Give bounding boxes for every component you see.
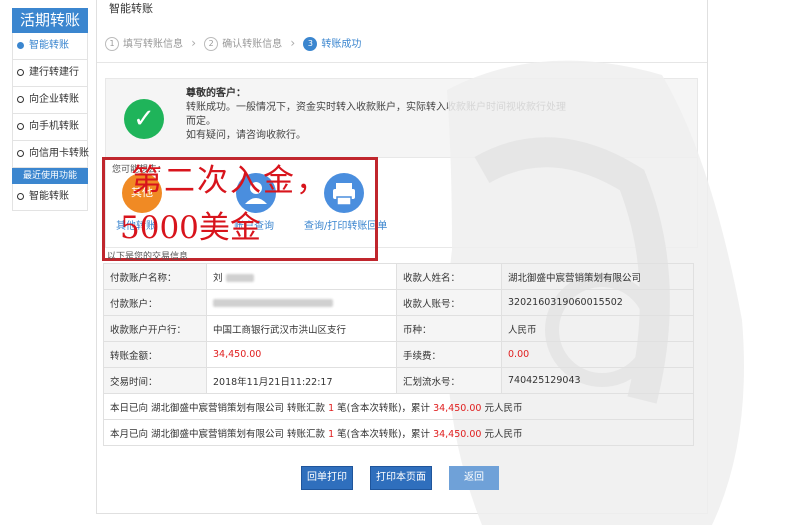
sidebar-item-to-credit-card[interactable]: 向信用卡转账 [12,141,89,168]
transaction-table: 付款账户名称： 刘 收款人姓名： 湖北御盛中宸营销策划有限公司 付款账户： 收款… [103,263,694,446]
bullet-icon [17,122,24,130]
annotation-line1: 第二次入金， [131,163,329,199]
divider [97,62,707,63]
success-panel: ✓ 尊敬的客户： 转账成功。一般情况下，资金实时转入收款账户，实际转入收款账户时… [105,78,698,158]
fee-label: 手续费： [396,341,502,368]
sidebar: 活期转账 智能转账 建行转建行 向企业转账 向手机转账 向信用卡转账 最近使用功… [12,8,89,211]
annotation-line2: 5000美金 [120,210,261,246]
payer-name-label: 付款账户名称： [103,263,207,290]
fee-value: 0.00 [501,341,694,368]
page-title: 智能转账 [109,2,153,15]
step-fill-info: 1 填写转账信息 [105,35,183,51]
back-button[interactable]: 返回 [449,466,499,490]
payer-account-label: 付款账户： [103,289,207,316]
table-row: 付款账户： 收款人账号： 3202160319060015502 [103,289,694,316]
bullet-icon [17,95,24,103]
sidebar-recent-smart-transfer[interactable]: 智能转账 [12,184,88,211]
summary-today: 本日已向 湖北御盛中宸营销策划有限公司 转账汇款 1 笔(含本次转账)，累计 3… [103,393,694,420]
success-message: 尊敬的客户： 转账成功。一般情况下，资金实时转入收款账户，实际转入收款账户时间视… [186,88,566,141]
table-row: 转账金额： 34,450.00 手续费： 0.00 [103,341,694,368]
amount-label: 转账金额： [103,341,207,368]
serial-value: 740425129043 [501,367,694,394]
sidebar-recent-header: 最近使用功能 [12,168,88,184]
bullet-icon [17,41,24,49]
amount-value: 34,450.00 [206,341,397,368]
payer-account-value [206,289,397,316]
print-page-button[interactable]: 打印本页面 [370,466,432,490]
payee-name-label: 收款人姓名： [396,263,502,290]
payee-bank-label: 收款账户开户行： [103,315,207,342]
payee-account-label: 收款人账号： [396,289,502,316]
summary-month: 本月已向 湖北御盛中宸营销策划有限公司 转账汇款 1 笔(含本次转账)，累计 3… [103,419,694,446]
time-label: 交易时间： [103,367,207,394]
step-confirm-info: 2 确认转账信息 [204,35,282,51]
sidebar-item-to-mobile[interactable]: 向手机转账 [12,114,88,141]
step-success: 3 转账成功 [303,35,361,51]
currency-label: 币种： [396,315,502,342]
payee-account-value: 3202160319060015502 [501,289,694,316]
payer-name-value: 刘 [206,263,397,290]
currency-value: 人民币 [501,315,694,342]
checkmark-icon: ✓ [124,99,164,139]
bullet-icon [17,68,24,76]
payee-name-value: 湖北御盛中宸营销策划有限公司 [501,263,694,290]
serial-label: 汇划流水号： [396,367,502,394]
sidebar-title: 活期转账 [12,8,88,33]
table-row: 本日已向 湖北御盛中宸营销策划有限公司 转账汇款 1 笔(含本次转账)，累计 3… [103,393,694,420]
print-receipt-button[interactable]: 回单打印 [301,466,353,490]
table-row: 本月已向 湖北御盛中宸营销策划有限公司 转账汇款 1 笔(含本次转账)，累计 3… [103,419,694,446]
table-row: 交易时间： 2018年11月21日11:22:17 汇划流水号： 7404251… [103,367,694,394]
transaction-info-label: 以下是您的交易信息 [107,252,189,262]
sidebar-item-ccb-to-ccb[interactable]: 建行转建行 [12,60,88,87]
payee-bank-value: 中国工商银行武汉市洪山区支行 [206,315,397,342]
time-value: 2018年11月21日11:22:17 [206,367,397,394]
bullet-icon [17,192,24,200]
sidebar-item-smart-transfer[interactable]: 智能转账 [12,33,88,60]
sidebar-item-to-company[interactable]: 向企业转账 [12,87,88,114]
table-row: 付款账户名称： 刘 收款人姓名： 湖北御盛中宸营销策划有限公司 [103,263,694,290]
chevron-right-icon: › [290,36,296,50]
table-row: 收款账户开户行： 中国工商银行武汉市洪山区支行 币种： 人民币 [103,315,694,342]
chevron-right-icon: › [191,36,196,50]
bullet-icon [17,149,24,157]
progress-steps: 1 填写转账信息 › 2 确认转账信息 › 3 转账成功 [105,35,361,51]
